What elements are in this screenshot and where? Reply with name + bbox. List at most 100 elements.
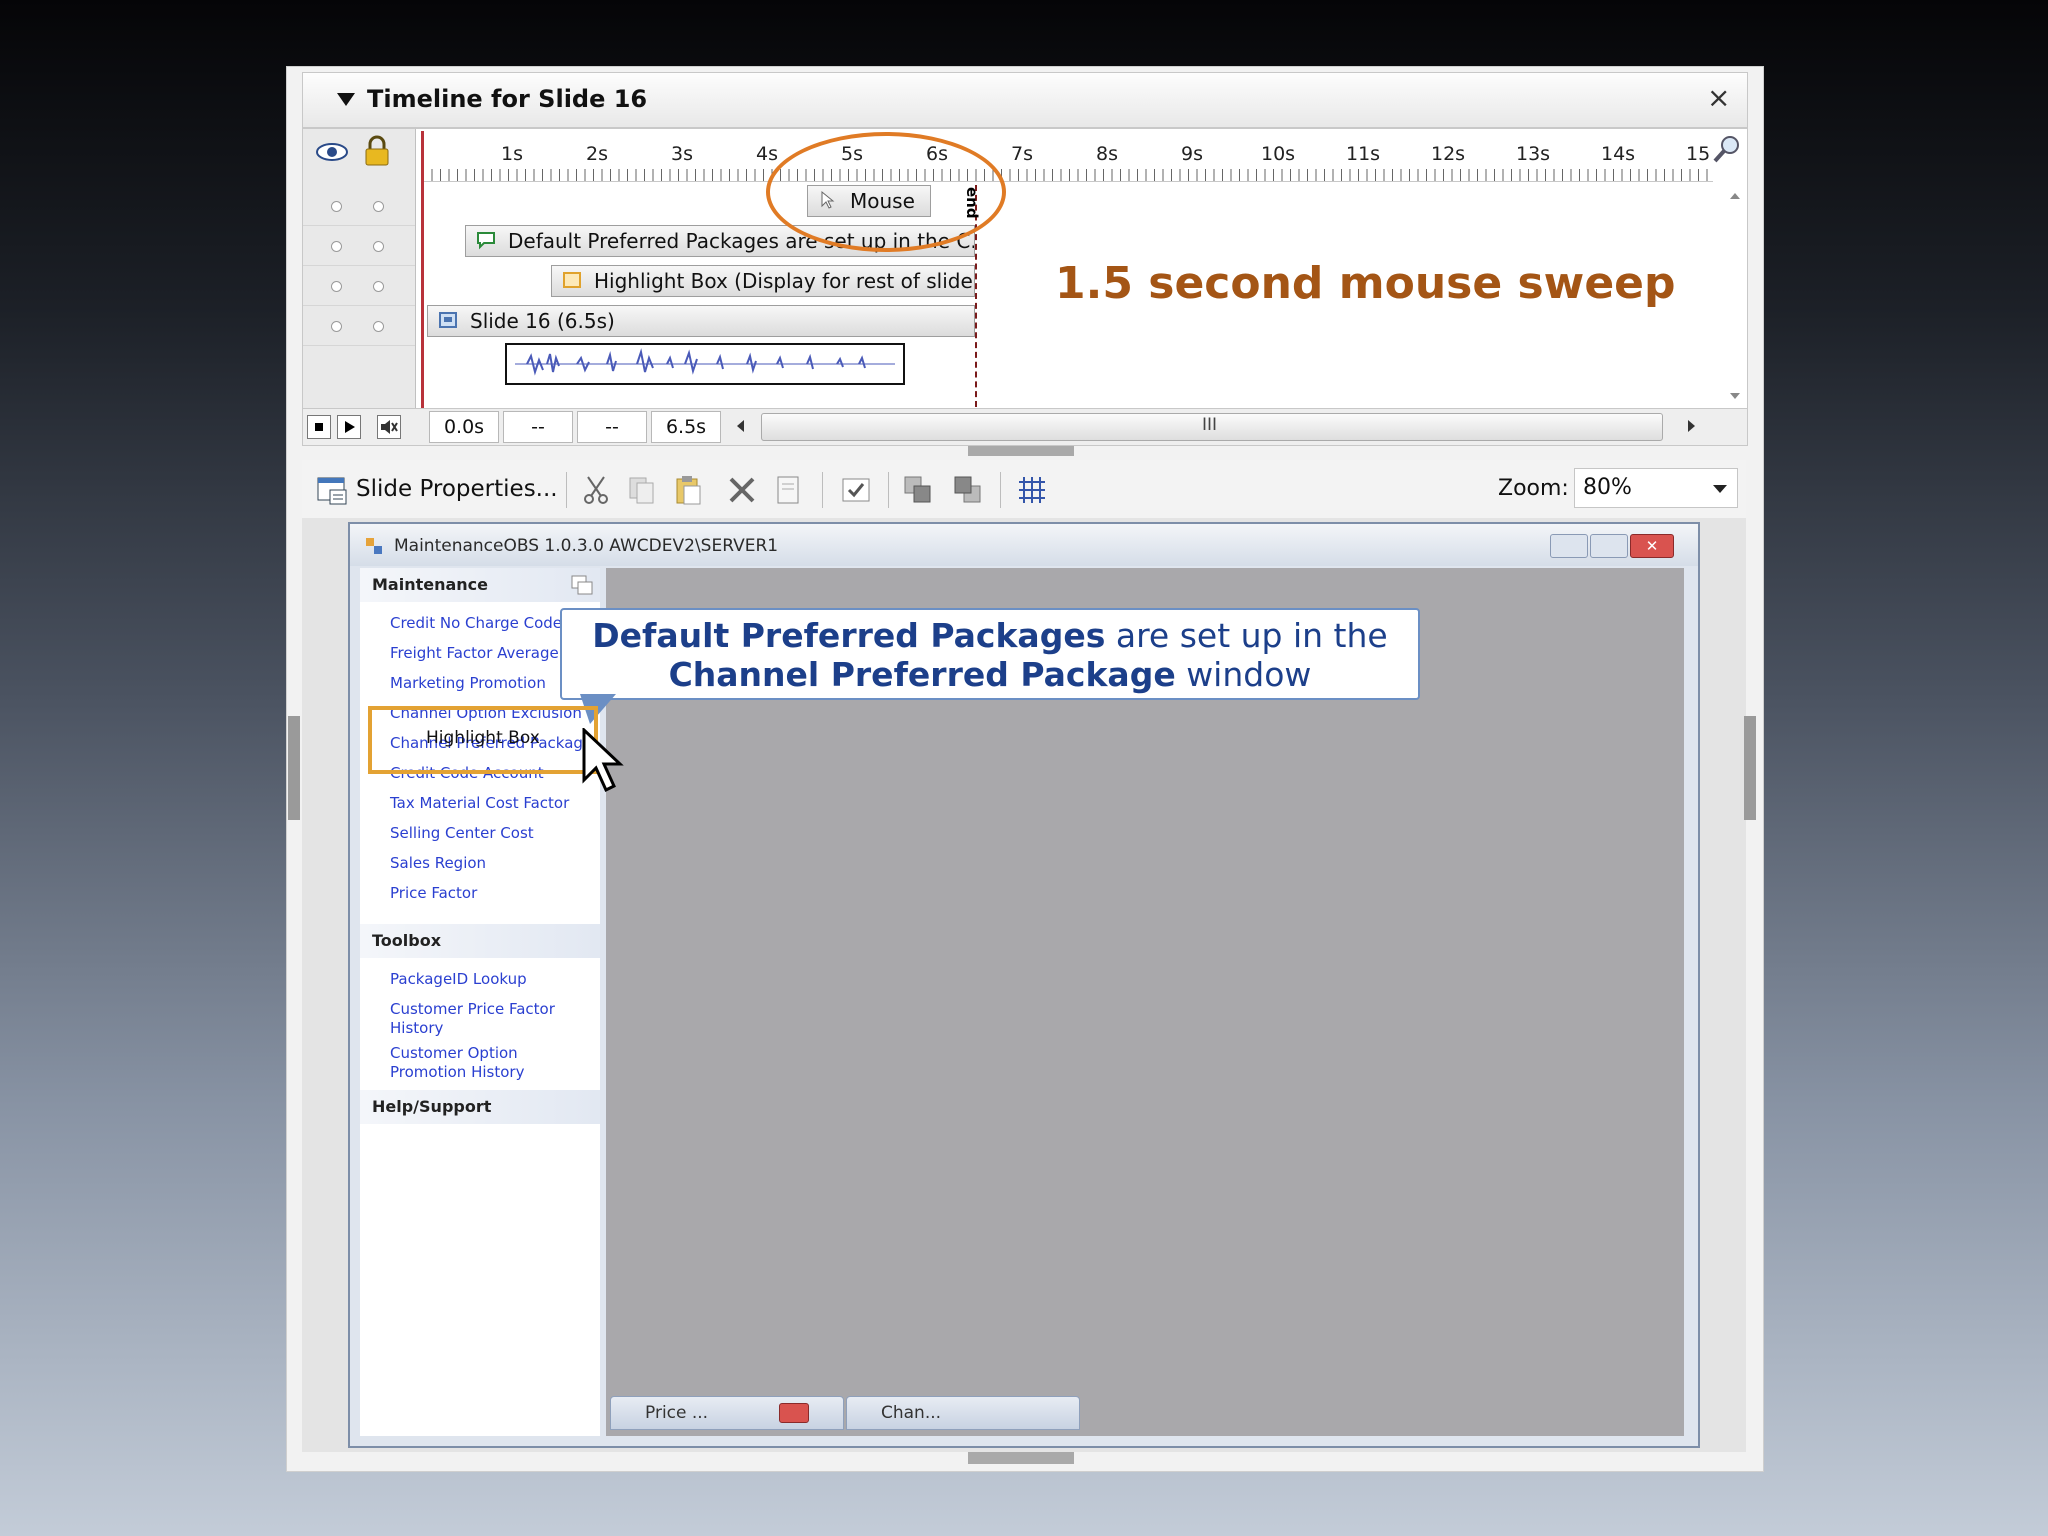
app-icon <box>364 536 384 560</box>
time-field[interactable]: -- <box>503 411 573 443</box>
toolbar-separator <box>566 472 567 508</box>
nav-link[interactable]: Sales Region <box>390 854 596 873</box>
nav-link[interactable]: Customer Price Factor History <box>390 1000 570 1038</box>
cut-icon[interactable] <box>580 474 612 506</box>
timeline-item-label: Slide 16 (6.5s) <box>470 309 615 333</box>
chevron-down-icon[interactable] <box>1713 485 1727 493</box>
callout-text: window <box>1175 655 1312 694</box>
audio-waveform[interactable] <box>505 343 905 385</box>
lock-dot[interactable] <box>373 321 384 332</box>
ruler-tick-label: 15 <box>1686 143 1711 165</box>
bring-forward-icon[interactable] <box>902 474 934 506</box>
window-titlebar: MaintenanceOBS 1.0.3.0 AWCDEV2\SERVER1 ✕ <box>350 524 1698 566</box>
grid-icon[interactable] <box>1016 474 1048 506</box>
caption-callout[interactable]: Default Preferred Packages are set up in… <box>560 608 1420 700</box>
delete-icon[interactable] <box>726 474 758 506</box>
window-title: MaintenanceOBS 1.0.3.0 AWCDEV2\SERVER1 <box>394 536 779 556</box>
layer-controls-column <box>303 129 416 409</box>
ruler-tick-label: 2s <box>586 143 608 165</box>
lock-dot[interactable] <box>373 281 384 292</box>
stop-button[interactable] <box>307 415 331 439</box>
nav-link[interactable]: Tax Material Cost Factor <box>390 794 596 813</box>
ruler-tick-label: 9s <box>1181 143 1203 165</box>
current-time-field[interactable]: 0.0s <box>429 411 499 443</box>
timeline-item-highlight-box[interactable]: Highlight Box (Display for rest of slide… <box>551 265 975 297</box>
nav-link[interactable]: Price Factor <box>390 884 596 903</box>
timeline-item-label: Highlight Box (Display for rest of slide… <box>594 269 975 293</box>
layer-row-controls <box>303 305 415 346</box>
eye-icon[interactable] <box>315 139 349 169</box>
lock-dot[interactable] <box>373 241 384 252</box>
ruler-tick-label: 13s <box>1516 143 1551 165</box>
section-help-support[interactable]: Help/Support <box>360 1090 600 1124</box>
play-button[interactable] <box>337 415 361 439</box>
minimize-button[interactable] <box>1550 534 1588 558</box>
minimized-window-tab[interactable]: Chan... <box>846 1396 1080 1430</box>
time-field[interactable]: -- <box>577 411 647 443</box>
section-toolbox[interactable]: Toolbox <box>360 924 600 958</box>
duration-field[interactable]: 6.5s <box>651 411 721 443</box>
check-icon[interactable] <box>840 474 872 506</box>
caption-icon <box>476 228 496 257</box>
lock-icon[interactable] <box>363 135 391 171</box>
scroll-left-icon[interactable] <box>733 415 749 441</box>
slide-properties-icon[interactable] <box>316 474 348 506</box>
panel-splitter[interactable] <box>968 446 1074 456</box>
playhead[interactable] <box>421 131 424 409</box>
panel-splitter[interactable] <box>968 1452 1074 1464</box>
minimized-tab-label: Chan... <box>881 1403 942 1423</box>
paste-icon[interactable] <box>672 474 704 506</box>
scroll-grip[interactable]: III <box>1202 415 1217 435</box>
ruler-tick-label: 10s <box>1261 143 1296 165</box>
slide-icon <box>438 308 458 337</box>
stage-toolbar: Slide Properties... Zoom: 80% <box>302 460 1746 519</box>
duplicate-icon[interactable] <box>772 474 804 506</box>
zoom-select[interactable]: 80% <box>1574 468 1738 508</box>
nav-link[interactable]: PackageID Lookup <box>390 970 596 989</box>
ruler-tick-label: 1s <box>501 143 523 165</box>
minimized-tab-label: Price ... <box>645 1403 709 1423</box>
zoom-label: Zoom: <box>1498 476 1569 501</box>
timeline-controls: 0.0s -- -- 6.5s III <box>302 408 1748 446</box>
maximize-button[interactable] <box>1590 534 1628 558</box>
left-panel-toggle[interactable] <box>288 716 300 820</box>
callout-text: are set up in the <box>1105 616 1388 655</box>
visibility-dot[interactable] <box>331 241 342 252</box>
nav-link[interactable]: Selling Center Cost <box>390 824 596 843</box>
visibility-dot[interactable] <box>331 201 342 212</box>
ruler-tick-label: 4s <box>756 143 778 165</box>
scroll-right-icon[interactable] <box>1683 415 1699 441</box>
slide-properties-button[interactable]: Slide Properties... <box>356 476 558 502</box>
ruler-tick-label: 12s <box>1431 143 1466 165</box>
callout-bold-text: Default Preferred Packages <box>592 616 1106 655</box>
toolbar-separator <box>1000 472 1001 508</box>
time-ruler[interactable]: 1s 2s 3s 4s 5s 6s 7s 8s 9s 10s 11s 12s 1… <box>423 129 1713 182</box>
lock-dot[interactable] <box>373 201 384 212</box>
close-icon[interactable]: × <box>1707 81 1730 114</box>
close-button[interactable]: ✕ <box>1630 534 1674 558</box>
minimized-window-tab[interactable]: Price ... <box>610 1396 844 1430</box>
timeline-horizontal-scrollbar[interactable]: III <box>761 413 1663 441</box>
magnifier-icon[interactable] <box>1711 133 1743 169</box>
mouse-cursor-icon <box>580 726 624 800</box>
highlight-box-label: Highlight Box <box>426 728 540 748</box>
collapse-icon[interactable] <box>570 574 594 600</box>
right-panel-toggle[interactable] <box>1744 716 1756 820</box>
visibility-dot[interactable] <box>331 281 342 292</box>
send-backward-icon[interactable] <box>952 474 984 506</box>
timeline-vertical-scrollbar[interactable] <box>1725 185 1745 407</box>
toolbar-separator <box>888 472 889 508</box>
timeline-item-slide[interactable]: Slide 16 (6.5s) <box>427 305 975 337</box>
annotation-label: 1.5 second mouse sweep <box>1055 258 1676 309</box>
nav-link[interactable]: Customer Option Promotion History <box>390 1044 590 1082</box>
section-maintenance[interactable]: Maintenance <box>360 568 600 602</box>
timeline-title: Timeline for Slide 16 <box>367 85 648 113</box>
close-button[interactable] <box>779 1403 809 1423</box>
mute-icon[interactable] <box>377 415 401 439</box>
collapse-triangle-icon[interactable] <box>337 93 355 106</box>
timeline-header: Timeline for Slide 16 × <box>302 72 1748 128</box>
zoom-value: 80% <box>1583 475 1632 500</box>
callout-line-2: Channel Preferred Package window <box>562 655 1418 694</box>
copy-icon[interactable] <box>626 474 658 506</box>
visibility-dot[interactable] <box>331 321 342 332</box>
